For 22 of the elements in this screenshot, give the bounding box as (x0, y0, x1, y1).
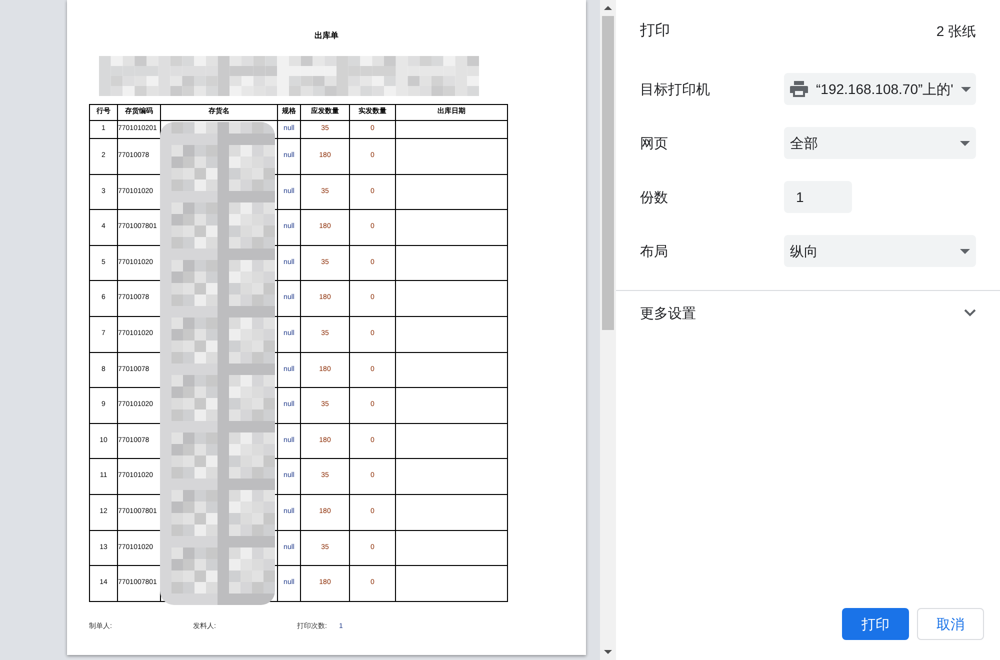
dropdown-caret-icon (961, 86, 972, 92)
select-field[interactable]: 全部 (784, 127, 976, 159)
more-settings-row[interactable]: 更多设置 (616, 291, 1000, 335)
dropdown-caret-icon (960, 248, 970, 254)
setting-label: 布局 (640, 242, 669, 260)
copies-field[interactable]: 1 (784, 181, 852, 213)
select-field[interactable]: “192.168.108.70”上的' (784, 73, 976, 105)
scroll-up-arrow-icon[interactable] (604, 6, 612, 10)
print-button[interactable]: 打印 (842, 608, 909, 640)
scrollbar[interactable] (600, 0, 616, 660)
sheet-count: 2 张纸 (936, 22, 976, 40)
scrollbar-thumb[interactable] (602, 16, 614, 330)
scroll-down-arrow-icon[interactable] (604, 650, 612, 654)
setting-label: 目标打印机 (640, 80, 711, 98)
setting-label: 网页 (640, 134, 669, 152)
select-field[interactable]: 纵向 (784, 235, 976, 267)
panel-title: 打印 (640, 20, 670, 41)
cancel-button[interactable]: 取消 (917, 608, 984, 640)
dropdown-caret-icon (960, 140, 970, 146)
printer-icon (790, 81, 808, 97)
setting-label: 份数 (640, 188, 669, 206)
document-title: 出库单 (314, 30, 340, 42)
